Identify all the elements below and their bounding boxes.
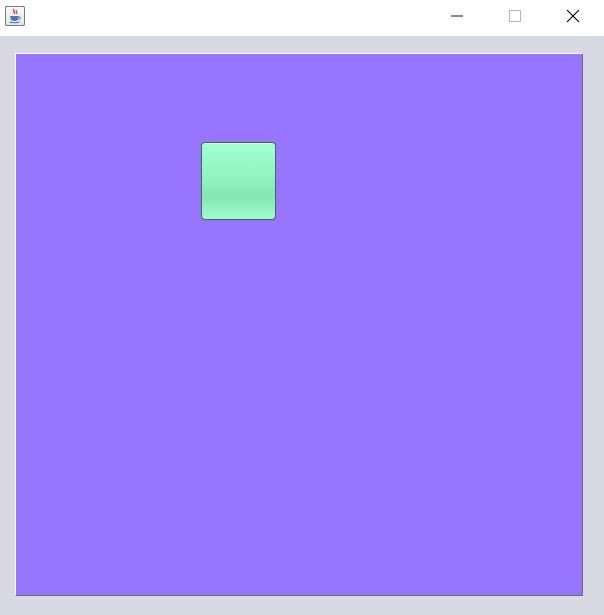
content-area [0, 36, 604, 615]
minimize-icon [451, 15, 463, 17]
title-bar[interactable] [0, 0, 604, 36]
close-icon [566, 9, 580, 23]
close-button[interactable] [544, 0, 602, 32]
minimize-button[interactable] [428, 0, 486, 32]
maximize-button[interactable] [486, 0, 544, 32]
drawing-panel[interactable] [15, 53, 583, 596]
maximize-icon [509, 10, 521, 22]
draggable-square[interactable] [201, 142, 276, 220]
java-cup-icon[interactable] [5, 6, 25, 26]
app-window [0, 0, 604, 615]
